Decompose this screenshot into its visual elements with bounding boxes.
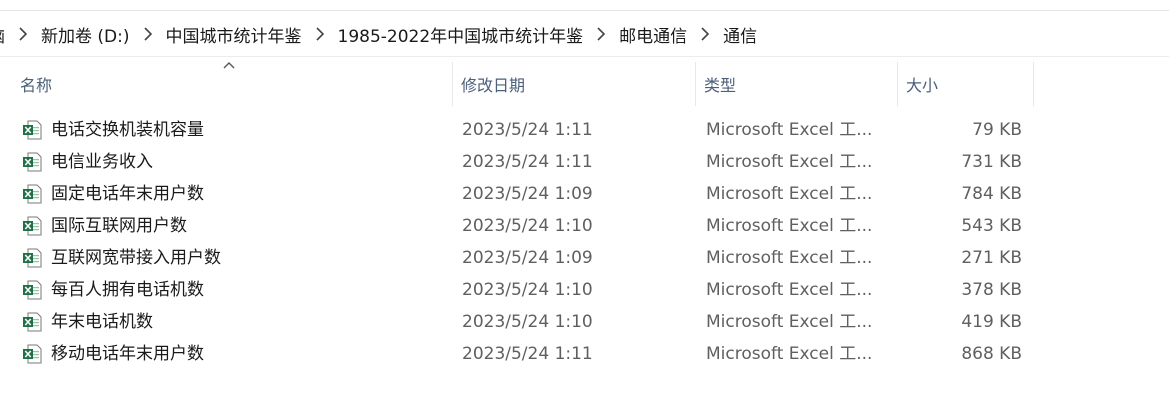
file-type: Microsoft Excel 工... (706, 184, 873, 204)
file-row[interactable]: 移动电话年末用户数 2023/5/24 1:11 Microsoft Excel… (0, 338, 1169, 370)
file-row[interactable]: 每百人拥有电话机数 2023/5/24 1:10 Microsoft Excel… (0, 274, 1169, 306)
excel-file-icon (23, 152, 42, 172)
file-name[interactable]: 移动电话年末用户数 (51, 338, 204, 370)
file-type: Microsoft Excel 工... (706, 280, 873, 300)
column-header-bar: 名称 修改日期 类型 大小 (0, 62, 1169, 106)
file-name[interactable]: 互联网宽带接入用户数 (51, 242, 221, 274)
file-name[interactable]: 年末电话机数 (51, 306, 153, 338)
file-type: Microsoft Excel 工... (706, 216, 873, 236)
excel-file-icon (23, 248, 42, 268)
file-type: Microsoft Excel 工... (706, 312, 873, 332)
column-header-date[interactable]: 修改日期 (453, 62, 696, 106)
file-name[interactable]: 电信业务收入 (51, 146, 153, 178)
file-name[interactable]: 每百人拥有电话机数 (51, 274, 204, 306)
column-header-name[interactable]: 名称 (12, 62, 453, 106)
file-date: 2023/5/24 1:11 (462, 344, 593, 364)
file-type: Microsoft Excel 工... (706, 152, 873, 172)
file-size: 543 KB (961, 216, 1022, 236)
file-date: 2023/5/24 1:09 (462, 184, 593, 204)
file-size: 378 KB (961, 280, 1022, 300)
file-name[interactable]: 电话交换机装机容量 (51, 114, 204, 146)
file-date: 2023/5/24 1:09 (462, 248, 593, 268)
file-date: 2023/5/24 1:11 (462, 152, 593, 172)
window-top-edge (0, 0, 1169, 11)
excel-file-icon (23, 344, 42, 364)
excel-file-icon (23, 312, 42, 332)
file-row[interactable]: 电信业务收入 2023/5/24 1:11 Microsoft Excel 工.… (0, 146, 1169, 178)
file-list: 电话交换机装机容量 2023/5/24 1:11 Microsoft Excel… (0, 114, 1169, 370)
file-date: 2023/5/24 1:11 (462, 120, 593, 140)
file-date: 2023/5/24 1:10 (462, 312, 593, 332)
file-size: 419 KB (961, 312, 1022, 332)
file-size: 731 KB (961, 152, 1022, 172)
file-row[interactable]: 电话交换机装机容量 2023/5/24 1:11 Microsoft Excel… (0, 114, 1169, 146)
file-type: Microsoft Excel 工... (706, 248, 873, 268)
file-type: Microsoft Excel 工... (706, 120, 873, 140)
breadcrumb[interactable]: 脑 新加卷 (D:) 中国城市统计年鉴 1985-2022年中国城市统计年鉴 邮… (0, 12, 1169, 57)
breadcrumb-item-drive-d[interactable]: 新加卷 (D:) (39, 22, 132, 47)
breadcrumb-item-post-telecom[interactable]: 邮电通信 (617, 22, 689, 47)
breadcrumb-item-this-pc[interactable]: 脑 (0, 22, 7, 47)
file-name[interactable]: 国际互联网用户数 (51, 210, 187, 242)
file-row[interactable]: 国际互联网用户数 2023/5/24 1:10 Microsoft Excel … (0, 210, 1169, 242)
chevron-right-icon[interactable] (7, 24, 39, 44)
breadcrumb-item-yearbook-range[interactable]: 1985-2022年中国城市统计年鉴 (336, 22, 586, 47)
excel-file-icon (23, 120, 42, 140)
column-header-size[interactable]: 大小 (898, 62, 1034, 106)
chevron-right-icon[interactable] (132, 24, 164, 44)
file-date: 2023/5/24 1:10 (462, 216, 593, 236)
excel-file-icon (23, 216, 42, 236)
file-date: 2023/5/24 1:10 (462, 280, 593, 300)
excel-file-icon (23, 280, 42, 300)
chevron-right-icon[interactable] (304, 24, 336, 44)
file-row[interactable]: 固定电话年末用户数 2023/5/24 1:09 Microsoft Excel… (0, 178, 1169, 210)
breadcrumb-item-yearbook[interactable]: 中国城市统计年鉴 (164, 22, 304, 47)
file-row[interactable]: 年末电话机数 2023/5/24 1:10 Microsoft Excel 工.… (0, 306, 1169, 338)
file-size: 784 KB (961, 184, 1022, 204)
chevron-right-icon[interactable] (585, 24, 617, 44)
file-size: 79 KB (972, 120, 1022, 140)
file-name[interactable]: 固定电话年末用户数 (51, 178, 204, 210)
file-type: Microsoft Excel 工... (706, 344, 873, 364)
breadcrumb-item-telecom[interactable]: 通信 (721, 22, 759, 47)
file-size: 271 KB (961, 248, 1022, 268)
column-header-type[interactable]: 类型 (696, 62, 898, 106)
excel-file-icon (23, 184, 42, 204)
chevron-right-icon[interactable] (689, 24, 721, 44)
file-size: 868 KB (961, 344, 1022, 364)
file-row[interactable]: 互联网宽带接入用户数 2023/5/24 1:09 Microsoft Exce… (0, 242, 1169, 274)
